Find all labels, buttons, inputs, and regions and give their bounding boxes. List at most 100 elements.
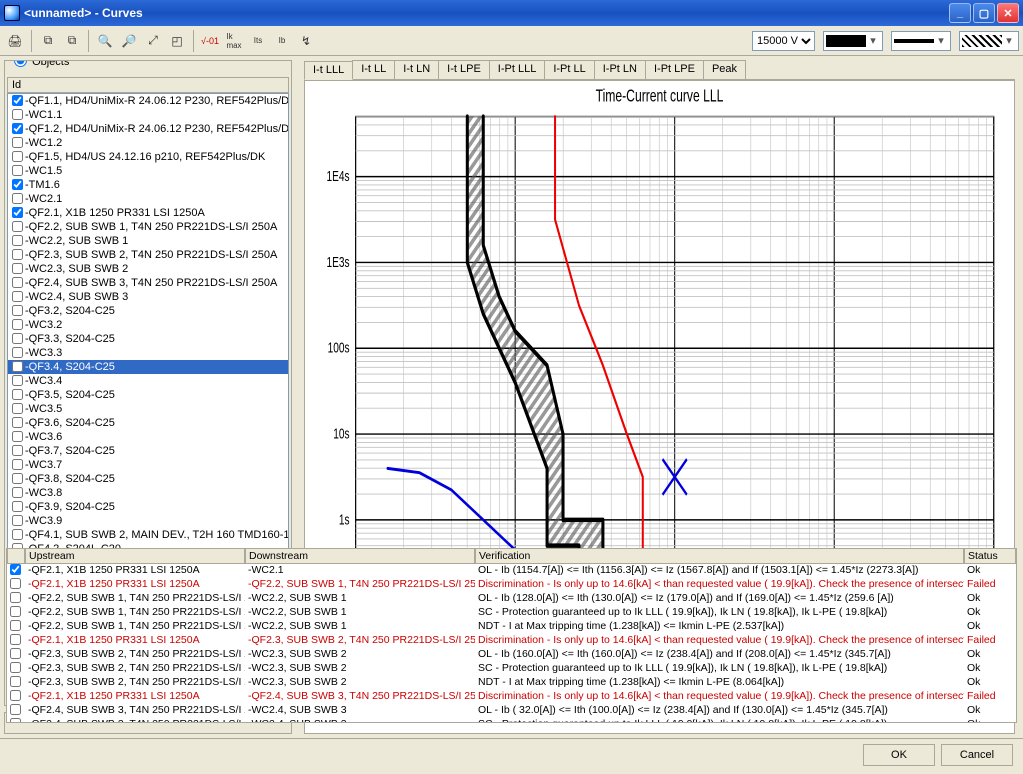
list-item-checkbox[interactable] <box>12 235 23 246</box>
copy2-icon[interactable]: ⧉ <box>61 30 83 52</box>
verif-row-checkbox[interactable] <box>10 564 21 575</box>
list-item[interactable]: -QF3.3, S204-C25 <box>8 332 288 346</box>
list-item-checkbox[interactable] <box>12 305 23 316</box>
verif-header[interactable]: Verification <box>475 548 964 564</box>
titlebar[interactable]: <unnamed> - Curves _ ▢ ✕ <box>0 0 1023 26</box>
verif-row-checkbox[interactable] <box>10 578 21 589</box>
list-item-checkbox[interactable] <box>12 95 23 106</box>
list-item-checkbox[interactable] <box>12 403 23 414</box>
list-item[interactable]: -QF2.3, SUB SWB 2, T4N 250 PR221DS-LS/I … <box>8 248 288 262</box>
list-item[interactable]: -QF3.4, S204-C25 <box>8 360 288 374</box>
close-button[interactable]: ✕ <box>997 3 1019 23</box>
list-item-checkbox[interactable] <box>12 529 23 540</box>
cancel-button[interactable]: Cancel <box>941 744 1013 766</box>
verif-row-checkbox[interactable] <box>10 620 21 631</box>
hatch-combo[interactable]: ▾ <box>959 31 1019 51</box>
curve-marker-icon[interactable]: √-01 <box>199 30 221 52</box>
table-row[interactable]: -QF2.4, SUB SWB 3, T4N 250 PR221DS-LS/I … <box>7 704 1016 718</box>
verif-header[interactable]: Downstream <box>245 548 475 564</box>
list-item-checkbox[interactable] <box>12 445 23 456</box>
list-item[interactable]: -QF2.2, SUB SWB 1, T4N 250 PR221DS-LS/I … <box>8 220 288 234</box>
list-item-checkbox[interactable] <box>12 417 23 428</box>
its-icon[interactable]: Its <box>247 30 269 52</box>
list-item-checkbox[interactable] <box>12 221 23 232</box>
zoom-in-icon[interactable]: 🔍 <box>94 30 116 52</box>
tab-i-pt-ln[interactable]: I-Pt LN <box>594 60 646 79</box>
minimize-button[interactable]: _ <box>949 3 971 23</box>
table-row[interactable]: -QF2.1, X1B 1250 PR331 LSI 1250A-QF2.3, … <box>7 634 1016 648</box>
list-item[interactable]: -WC1.5 <box>8 164 288 178</box>
list-item[interactable]: -WC3.8 <box>8 486 288 500</box>
line-style-combo[interactable]: ▾ <box>891 31 951 51</box>
list-item-checkbox[interactable] <box>12 515 23 526</box>
list-item-checkbox[interactable] <box>12 347 23 358</box>
list-item-checkbox[interactable] <box>12 165 23 176</box>
list-item-checkbox[interactable] <box>12 179 23 190</box>
verif-header[interactable]: Upstream <box>25 548 245 564</box>
list-item[interactable]: -WC3.7 <box>8 458 288 472</box>
table-row[interactable]: -QF2.2, SUB SWB 1, T4N 250 PR221DS-LS/I … <box>7 592 1016 606</box>
objects-radio[interactable]: Objects <box>11 60 292 68</box>
ok-button[interactable]: OK <box>863 744 935 766</box>
list-item-checkbox[interactable] <box>12 375 23 386</box>
tab-i-t-lll[interactable]: I-t LLL <box>304 61 353 80</box>
zoom-out-icon[interactable]: 🔎 <box>118 30 140 52</box>
print-icon[interactable]: 🖨 <box>4 30 26 52</box>
color-fill-combo[interactable]: ▾ <box>823 31 883 51</box>
verif-row-checkbox[interactable] <box>10 676 21 687</box>
tab-i-t-ln[interactable]: I-t LN <box>394 60 439 79</box>
tab-i-pt-lll[interactable]: I-Pt LLL <box>489 60 546 79</box>
list-item-checkbox[interactable] <box>12 389 23 400</box>
list-item[interactable]: -QF3.6, S204-C25 <box>8 416 288 430</box>
list-item[interactable]: -WC3.9 <box>8 514 288 528</box>
list-item-checkbox[interactable] <box>12 109 23 120</box>
verif-row-checkbox[interactable] <box>10 662 21 673</box>
verif-header[interactable] <box>7 548 25 564</box>
table-row[interactable]: -QF2.1, X1B 1250 PR331 LSI 1250A-WC2.1OL… <box>7 564 1016 578</box>
verif-row-checkbox[interactable] <box>10 718 21 722</box>
tab-i-t-ll[interactable]: I-t LL <box>352 60 395 79</box>
table-row[interactable]: -QF2.3, SUB SWB 2, T4N 250 PR221DS-LS/I … <box>7 662 1016 676</box>
table-row[interactable]: -QF2.1, X1B 1250 PR331 LSI 1250A-QF2.2, … <box>7 578 1016 592</box>
list-item[interactable]: -QF3.7, S204-C25 <box>8 444 288 458</box>
list-item-checkbox[interactable] <box>12 487 23 498</box>
verification-grid[interactable]: UpstreamDownstreamVerificationStatus -QF… <box>6 548 1017 723</box>
list-item[interactable]: -TM1.6 <box>8 178 288 192</box>
list-item-checkbox[interactable] <box>12 193 23 204</box>
list-item-checkbox[interactable] <box>12 333 23 344</box>
verif-row-checkbox[interactable] <box>10 606 21 617</box>
list-item-checkbox[interactable] <box>12 123 23 134</box>
list-item[interactable]: -QF3.5, S204-C25 <box>8 388 288 402</box>
tab-peak[interactable]: Peak <box>703 60 746 79</box>
table-row[interactable]: -QF2.4, SUB SWB 3, T4N 250 PR221DS-LS/I … <box>7 718 1016 722</box>
tab-i-pt-ll[interactable]: I-Pt LL <box>544 60 594 79</box>
list-item[interactable]: -WC3.6 <box>8 430 288 444</box>
verif-row-checkbox[interactable] <box>10 592 21 603</box>
curve-q-icon[interactable]: ↯ <box>295 30 317 52</box>
list-item-checkbox[interactable] <box>12 277 23 288</box>
list-item[interactable]: -QF3.9, S204-C25 <box>8 500 288 514</box>
list-item-checkbox[interactable] <box>12 263 23 274</box>
list-item-checkbox[interactable] <box>12 431 23 442</box>
list-item[interactable]: -QF2.4, SUB SWB 3, T4N 250 PR221DS-LS/I … <box>8 276 288 290</box>
list-item[interactable]: -WC1.2 <box>8 136 288 150</box>
list-item[interactable]: -WC3.3 <box>8 346 288 360</box>
list-item[interactable]: -QF1.1, HD4/UniMix-R 24.06.12 P230, REF5… <box>8 94 288 108</box>
verif-row-checkbox[interactable] <box>10 648 21 659</box>
verif-row-checkbox[interactable] <box>10 690 21 701</box>
list-item[interactable]: -WC3.2 <box>8 318 288 332</box>
maximize-button[interactable]: ▢ <box>973 3 995 23</box>
ib-icon[interactable]: Ib <box>271 30 293 52</box>
list-item-checkbox[interactable] <box>12 361 23 372</box>
list-item[interactable]: -QF2.1, X1B 1250 PR331 LSI 1250A <box>8 206 288 220</box>
list-item[interactable]: -WC3.5 <box>8 402 288 416</box>
list-item[interactable]: -QF1.2, HD4/UniMix-R 24.06.12 P230, REF5… <box>8 122 288 136</box>
list-item[interactable]: -QF4.1, SUB SWB 2, MAIN DEV., T2H 160 TM… <box>8 528 288 542</box>
list-item-checkbox[interactable] <box>12 249 23 260</box>
ik-max-icon[interactable]: Ikmax <box>223 30 245 52</box>
list-item[interactable]: -WC2.3, SUB SWB 2 <box>8 262 288 276</box>
zoom-area-icon[interactable]: ◰ <box>166 30 188 52</box>
list-item[interactable]: -WC2.4, SUB SWB 3 <box>8 290 288 304</box>
table-row[interactable]: -QF2.3, SUB SWB 2, T4N 250 PR221DS-LS/I … <box>7 648 1016 662</box>
objects-header[interactable]: Id <box>7 77 289 93</box>
